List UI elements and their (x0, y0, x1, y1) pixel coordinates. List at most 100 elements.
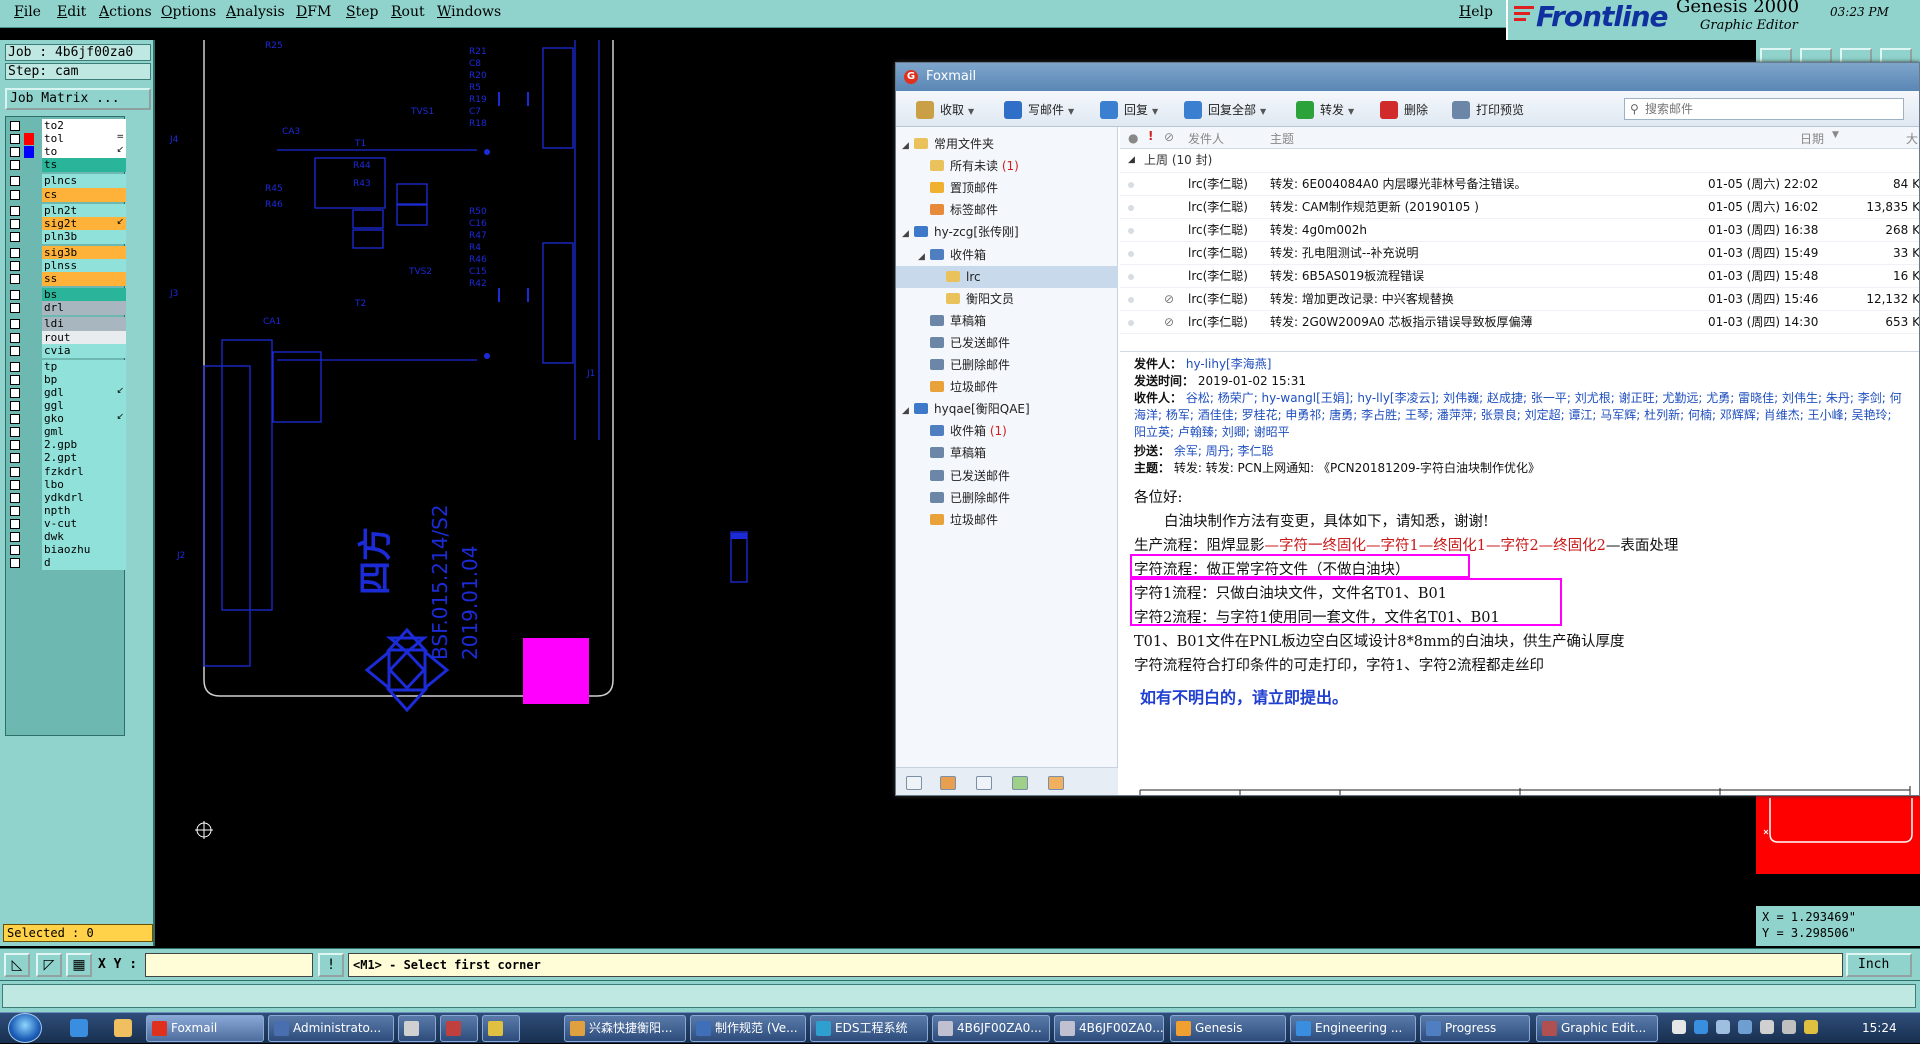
forward-button[interactable]: 转发 ▼ (1296, 99, 1354, 121)
layer-checkbox[interactable] (10, 558, 20, 569)
folder-expander-icon[interactable]: ◢ (902, 223, 914, 245)
folder-item[interactable]: 已删除邮件 (896, 354, 1118, 376)
layer-name[interactable]: sig2t (42, 216, 126, 231)
folder-item[interactable]: ◢ 常用文件夹 (896, 133, 1118, 155)
layer-checkbox[interactable] (10, 374, 20, 385)
folder-item[interactable]: 草稿箱 (896, 310, 1118, 332)
layer-checkbox[interactable] (10, 121, 20, 131)
layer-checkbox[interactable] (10, 189, 20, 200)
snap-icon[interactable]: ◺ (4, 953, 30, 977)
col-date[interactable]: 日期 (1800, 130, 1824, 147)
layer-name[interactable]: gml (42, 425, 126, 440)
layer-checkbox[interactable] (10, 361, 20, 372)
tray-flag-icon[interactable] (1716, 1020, 1730, 1034)
layer-name[interactable]: ydkdrl (42, 490, 126, 505)
layer-name[interactable]: sig3b (42, 245, 126, 260)
units-button[interactable]: Inch (1846, 953, 1912, 977)
tray-keyboard-icon[interactable] (1672, 1020, 1686, 1034)
folder-item[interactable]: 已发送邮件 (896, 465, 1118, 487)
layer-name[interactable]: rout (42, 330, 126, 345)
layer-row[interactable]: drl (6, 301, 126, 316)
measure-icon[interactable]: ◸ (36, 953, 62, 977)
layer-checkbox[interactable] (10, 518, 20, 529)
layer-checkbox[interactable] (10, 134, 20, 145)
taskbar-item[interactable]: Graphic Edit... (1536, 1015, 1658, 1042)
foxmail-titlebar[interactable]: G Foxmail (896, 63, 1919, 91)
folder-item[interactable]: 已发送邮件 (896, 332, 1118, 354)
contacts-icon[interactable] (940, 776, 956, 790)
layer-checkbox[interactable] (10, 218, 20, 229)
layer-name[interactable]: lbo (42, 477, 126, 492)
layer-row[interactable]: sig3b (6, 245, 126, 260)
layer-name[interactable]: d (42, 556, 126, 571)
compose-button[interactable]: 写邮件 ▼ (1004, 99, 1074, 121)
taskbar-item[interactable]: 4B6JF00ZA0... (1054, 1015, 1164, 1042)
layer-checkbox[interactable] (10, 505, 20, 516)
folder-expander-icon[interactable]: ◢ (902, 400, 914, 422)
start-button[interactable] (8, 1013, 42, 1043)
layer-row[interactable]: gko ↙ (6, 412, 126, 427)
layer-name[interactable]: v-cut (42, 516, 126, 531)
layer-name[interactable]: ts (42, 158, 126, 173)
print-preview-button[interactable]: 打印预览 (1452, 99, 1524, 121)
layer-name[interactable]: fzkdrl (42, 464, 126, 479)
layer-checkbox[interactable] (10, 205, 20, 216)
layer-row[interactable]: fzkdrl (6, 464, 126, 479)
layer-row[interactable]: gml (6, 425, 126, 440)
layer-row[interactable]: d (6, 556, 126, 571)
layer-name[interactable]: bs (42, 288, 126, 303)
folder-item[interactable]: ◢ hy-zcg[张传刚] (896, 221, 1118, 243)
layer-name[interactable]: gko (42, 412, 126, 427)
xy-input[interactable] (145, 953, 313, 977)
tray-power-icon[interactable] (1782, 1020, 1796, 1034)
layer-checkbox[interactable] (10, 247, 20, 258)
message-row[interactable]: lrc(李仁聪) 转发: 孔电阻测试--补充说明 01-03 (周四) 15:49 3… (1120, 242, 1919, 265)
layer-row[interactable]: ts (6, 158, 126, 173)
ie-icon[interactable] (70, 1019, 88, 1037)
layer-name[interactable]: biaozhu (42, 543, 126, 558)
layer-checkbox[interactable] (10, 532, 20, 542)
taskbar-item[interactable]: Progress (1420, 1015, 1530, 1042)
taskbar-item[interactable]: Administrato... (268, 1015, 394, 1042)
tray-network-icon[interactable] (1694, 1020, 1708, 1034)
layer-checkbox[interactable] (10, 479, 20, 490)
layer-row[interactable]: tp (6, 359, 126, 374)
taskbar-item[interactable]: 兴森快捷衡阳... (564, 1015, 686, 1042)
menu-options[interactable]: Options (161, 4, 216, 20)
layer-row[interactable]: lbo (6, 477, 126, 492)
layer-row[interactable]: cvia (6, 343, 126, 358)
menu-rout[interactable]: Rout (391, 4, 425, 20)
job-matrix-button[interactable]: Job Matrix ... (5, 88, 151, 110)
layer-checkbox[interactable] (10, 387, 20, 398)
taskbar-item[interactable]: EDS工程系统 (810, 1015, 928, 1042)
layer-name[interactable]: npth (42, 503, 126, 518)
reply-all-button[interactable]: 回复全部 ▼ (1184, 99, 1266, 121)
layer-row[interactable]: rout (6, 330, 126, 345)
layer-name[interactable]: 2.gpt (42, 451, 126, 466)
layer-row[interactable]: ldi (6, 317, 126, 332)
layer-name[interactable]: 2.gpb (42, 438, 126, 453)
message-row[interactable]: ⊘ lrc(李仁聪) 转发: 增加更改记录: 中兴客规替换 01-03 (周四) 15… (1120, 288, 1919, 311)
grid-icon[interactable]: ▦ (66, 953, 92, 977)
taskbar-clock[interactable]: 15:24 (1862, 1021, 1897, 1035)
group-header[interactable]: ◢ 上周 (10 封) (1120, 149, 1919, 173)
layer-row[interactable]: ss (6, 272, 126, 287)
taskbar-item[interactable] (398, 1015, 436, 1042)
layer-checkbox[interactable] (10, 319, 20, 330)
rss-icon[interactable] (1048, 776, 1064, 790)
layer-row[interactable]: pln2t (6, 203, 126, 218)
delete-button[interactable]: 删除 (1380, 99, 1428, 121)
col-sender[interactable]: 发件人 (1188, 130, 1224, 147)
folder-item[interactable]: 草稿箱 (896, 442, 1118, 464)
layer-name[interactable]: cvia (42, 343, 126, 358)
layer-checkbox[interactable] (10, 401, 20, 411)
menu-analysis[interactable]: Analysis (226, 4, 285, 20)
layer-checkbox[interactable] (10, 453, 20, 464)
folder-item[interactable]: ◢ 收件箱 (896, 244, 1118, 266)
layer-name[interactable]: bp (42, 372, 126, 387)
menu-edit[interactable]: Edit (57, 4, 86, 20)
folder-item[interactable]: 所有未读 (1) (896, 155, 1118, 177)
message-row[interactable]: ⊘ lrc(李仁聪) 转发: 2G0W2009A0 芯板指示错误导致板厚偏薄 01-0… (1120, 311, 1919, 334)
layer-row[interactable]: tol = (6, 132, 126, 147)
col-size[interactable]: 大 (1906, 130, 1918, 147)
